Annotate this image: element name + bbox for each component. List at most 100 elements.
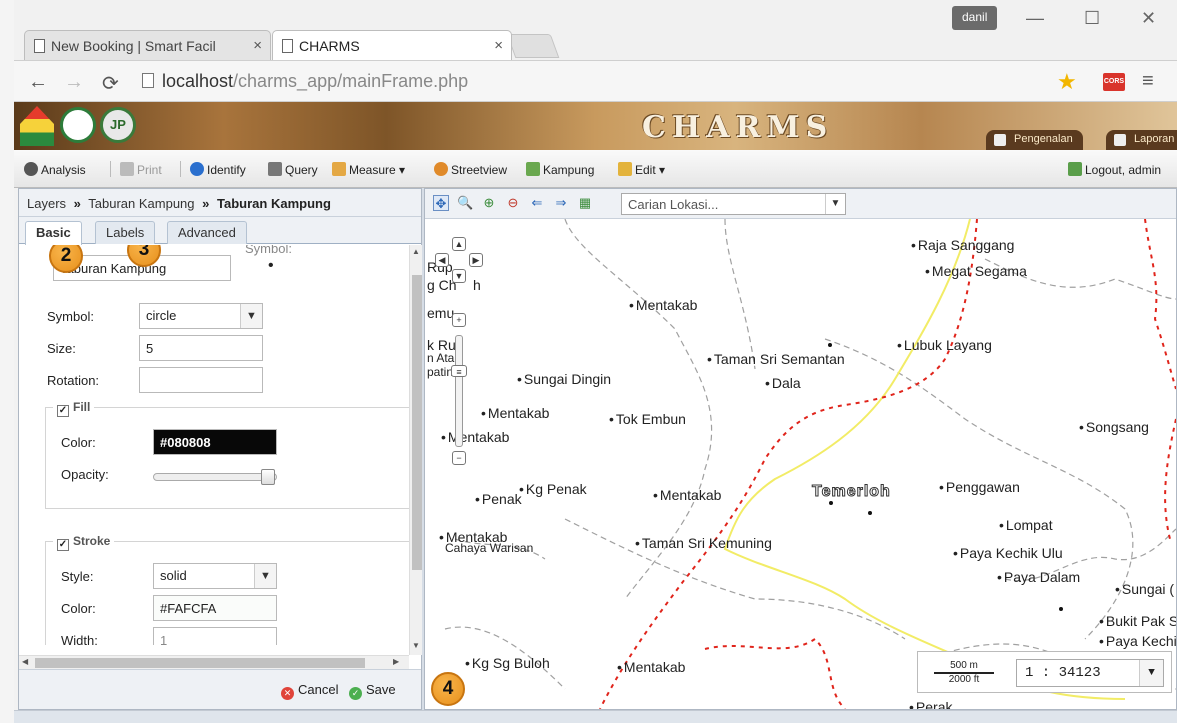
zoom-in-button[interactable]: + — [452, 313, 466, 327]
menu-measure[interactable]: Measure ▾ — [332, 162, 405, 177]
breadcrumb-item[interactable]: Layers — [27, 196, 66, 211]
menu-query[interactable]: Query — [268, 162, 318, 177]
previous-extent-icon[interactable]: ⇐ — [529, 195, 545, 211]
address-bar[interactable]: localhost/charms_app/mainFrame.php — [142, 68, 1109, 96]
location-search[interactable]: Carian Lokasi... ▼ — [621, 193, 846, 215]
tab-strip: New Booking | Smart Facil × CHARMS × dan… — [14, 0, 1177, 60]
forward-icon[interactable]: → — [64, 71, 84, 94]
scroll-up-icon[interactable]: ▲ — [412, 247, 420, 256]
cancel-button[interactable]: ✕ Cancel — [281, 682, 338, 700]
scale-select[interactable]: 1 : 34123 ▼ — [1016, 659, 1164, 687]
menu-streetview[interactable]: Streetview — [434, 162, 507, 177]
menu-analysis[interactable]: Analysis — [24, 162, 86, 177]
menu-label: Identify — [207, 163, 246, 177]
tab-labels[interactable]: Labels — [95, 221, 156, 244]
stroke-checkbox[interactable]: ✓ — [57, 539, 69, 551]
fill-color-label: Color: — [61, 435, 96, 450]
scale-control: 500 m 2000 ft 1 : 34123 ▼ — [917, 651, 1172, 693]
scroll-down-icon[interactable]: ▼ — [412, 641, 420, 650]
pengenalan-label: Pengenalan — [1014, 133, 1073, 145]
page-icon — [34, 39, 45, 53]
scroll-thumb[interactable] — [35, 658, 365, 668]
stroke-color-input[interactable] — [153, 595, 277, 621]
zoom-slider[interactable] — [455, 335, 463, 447]
menu-kampung[interactable]: Kampung — [526, 162, 594, 177]
place-label: Mentakab — [617, 659, 685, 675]
opacity-slider-handle[interactable] — [261, 469, 275, 485]
pan-left-icon[interactable]: ◀ — [435, 253, 449, 267]
stroke-style-select[interactable]: solid ▼ — [153, 563, 277, 589]
map-canvas[interactable] — [425, 219, 1176, 709]
zoom-in-icon[interactable]: ⊕ — [481, 195, 497, 211]
maximize-icon[interactable]: ☐ — [1084, 8, 1100, 29]
pengenalan-button[interactable]: Pengenalan — [986, 130, 1083, 150]
scroll-right-icon[interactable]: ▶ — [393, 657, 399, 666]
menu-label: Measure — [349, 163, 396, 177]
bookmark-star-icon[interactable]: ★ — [1057, 69, 1077, 95]
place-fragment: h — [473, 277, 481, 293]
ruler-icon — [332, 162, 346, 176]
rotation-input[interactable] — [139, 367, 263, 393]
close-icon[interactable]: × — [253, 37, 262, 54]
menu-print[interactable]: Print — [120, 162, 162, 177]
reload-icon[interactable]: ⟳ — [102, 71, 119, 96]
scroll-left-icon[interactable]: ◀ — [22, 657, 28, 666]
full-extent-icon[interactable]: ▦ — [577, 195, 593, 211]
place-label: Lompat — [999, 517, 1053, 533]
map-view[interactable]: ✥ 🔍 ⊕ ⊖ ⇐ ⇒ ▦ Carian Lokasi... ▼ • Raja … — [424, 188, 1177, 710]
tab-advanced[interactable]: Advanced — [167, 221, 247, 244]
stroke-width-input[interactable] — [153, 627, 277, 645]
place-label: Cahaya Warisan — [445, 541, 534, 555]
zoom-box-icon[interactable]: 🔍 — [457, 195, 473, 211]
laporan-button[interactable]: Laporan — [1106, 130, 1177, 150]
menu-edit[interactable]: Edit ▾ — [618, 162, 665, 177]
boundary-line — [724, 219, 756, 370]
place-label: Kg Penak — [519, 481, 587, 497]
fill-checkbox[interactable]: ✓ — [57, 405, 69, 417]
town-label: Temerloh — [812, 483, 891, 501]
tab-charms[interactable]: CHARMS × — [272, 30, 512, 60]
opacity-slider[interactable] — [153, 473, 277, 481]
profile-badge[interactable]: danil — [952, 6, 998, 30]
zoom-out-icon[interactable]: ⊖ — [505, 195, 521, 211]
breadcrumb-current: Taburan Kampung — [217, 196, 331, 211]
zoom-out-button[interactable]: − — [452, 451, 466, 465]
back-icon[interactable]: ← — [28, 71, 48, 94]
boundary-line — [1164, 418, 1176, 540]
logout-button[interactable]: Logout, admin — [1068, 162, 1161, 177]
save-button[interactable]: ✓ Save — [349, 682, 396, 700]
tab-basic[interactable]: Basic — [25, 221, 82, 245]
pan-icon[interactable]: ✥ — [433, 195, 449, 211]
size-label: Size: — [47, 341, 76, 356]
close-icon[interactable]: × — [494, 37, 503, 54]
breadcrumb-item[interactable]: Taburan Kampung — [88, 196, 194, 211]
next-extent-icon[interactable]: ⇒ — [553, 195, 569, 211]
menu-icon[interactable]: ≡ — [1142, 70, 1154, 93]
pan-right-icon[interactable]: ▶ — [469, 253, 483, 267]
minimize-icon[interactable]: — — [1026, 8, 1044, 29]
close-window-icon[interactable]: ✕ — [1141, 8, 1156, 29]
zoom-slider-handle[interactable]: ≡ — [451, 365, 467, 377]
stroke-legend[interactable]: ✓ Stroke — [53, 534, 115, 551]
fill-fieldset — [45, 407, 409, 509]
cors-extension-icon[interactable]: CORS — [1103, 73, 1125, 91]
laporan-label: Laporan — [1134, 133, 1175, 145]
fill-color-input[interactable] — [153, 429, 277, 455]
app-banner: JP CHARMS Pengenalan Laporan — [14, 102, 1177, 150]
symbol-select[interactable]: circle ▼ — [139, 303, 263, 329]
stroke-width-label: Width: — [61, 633, 98, 645]
tab-new-booking[interactable]: New Booking | Smart Facil × — [24, 30, 271, 60]
fill-legend[interactable]: ✓ Fill — [53, 400, 95, 417]
size-input[interactable] — [139, 335, 263, 361]
url-path: /charms_app/mainFrame.php — [233, 71, 469, 91]
place-label: Taman Sri Kemuning — [635, 535, 772, 551]
menu-identify[interactable]: Identify — [190, 162, 246, 177]
scroll-thumb[interactable] — [412, 275, 422, 570]
horizontal-scrollbar[interactable]: ◀ ▶ — [19, 655, 409, 669]
pan-down-icon[interactable]: ▼ — [452, 269, 466, 283]
chevron-down-icon: ▼ — [1139, 660, 1163, 686]
new-tab-button[interactable] — [506, 34, 560, 58]
browser-window: New Booking | Smart Facil × CHARMS × dan… — [14, 0, 1177, 723]
vertical-scrollbar[interactable]: ▲ ▼ — [409, 245, 423, 655]
pan-up-icon[interactable]: ▲ — [452, 237, 466, 251]
